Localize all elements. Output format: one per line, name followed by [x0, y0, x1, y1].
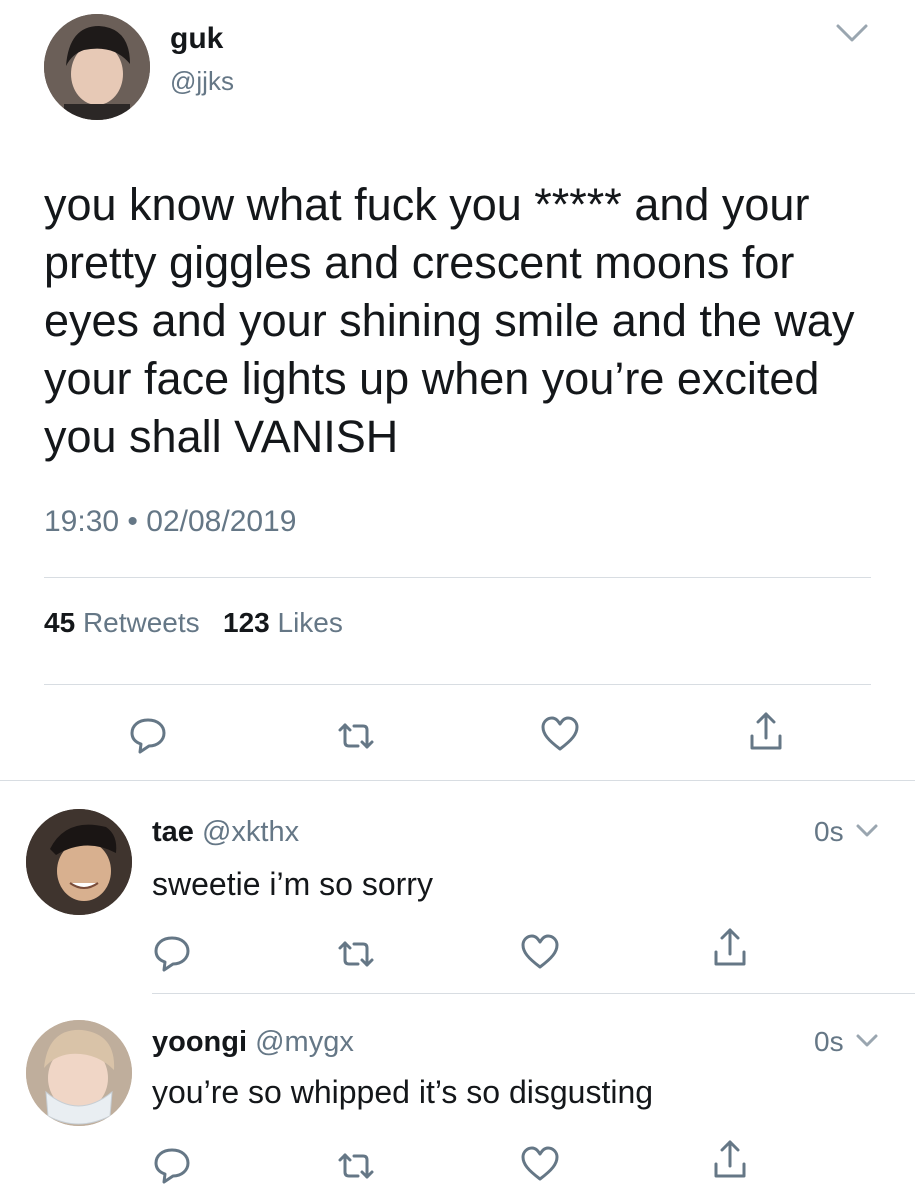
- reply-handle: @xkthx: [201, 816, 300, 848]
- author-avatar[interactable]: [44, 14, 150, 120]
- reply-bubble-icon[interactable]: [150, 930, 194, 974]
- retweet-icon[interactable]: [334, 714, 378, 758]
- share-icon[interactable]: [708, 1138, 752, 1182]
- reply-bubble-icon[interactable]: [150, 1142, 194, 1186]
- heart-icon[interactable]: [518, 1142, 562, 1186]
- tweet-line: pretty giggles and crescent moons for: [44, 237, 795, 288]
- tweet-time: 19:30: [44, 505, 120, 538]
- heart-icon[interactable]: [518, 930, 562, 974]
- tweet-line: eyes and your shining smile and the way: [44, 295, 855, 346]
- share-icon[interactable]: [744, 710, 788, 754]
- tweet-line: you shall VANISH: [44, 411, 399, 462]
- author-handle[interactable]: @jjks: [170, 66, 234, 97]
- divider: [152, 993, 915, 994]
- reply-text: sweetie i’m so sorry: [152, 866, 433, 902]
- reply-avatar[interactable]: [26, 809, 132, 915]
- timestamp-separator: •: [127, 505, 138, 538]
- avatar-photo: [26, 809, 132, 915]
- reply-time: 0s: [814, 816, 844, 847]
- tweet-line: your face lights up when you’re excited: [44, 353, 820, 404]
- reply-time: 0s: [814, 1026, 844, 1057]
- chevron-down-icon[interactable]: [854, 820, 880, 842]
- retweets-count: 45: [44, 607, 76, 638]
- chevron-down-icon[interactable]: [854, 1030, 880, 1052]
- reply-author[interactable]: yoongi @mygx: [152, 1026, 354, 1059]
- retweet-icon[interactable]: [334, 1144, 378, 1188]
- divider: [0, 780, 915, 781]
- reply-bubble-icon[interactable]: [126, 712, 170, 756]
- share-icon[interactable]: [708, 926, 752, 970]
- likes-count: 123: [223, 607, 270, 638]
- reply-avatar[interactable]: [26, 1020, 132, 1126]
- tweet-date: 02/08/2019: [146, 505, 297, 538]
- tweet-line: you know what fuck you ***** and your: [44, 179, 810, 230]
- avatar-photo: [44, 14, 150, 120]
- avatar-photo: [26, 1020, 132, 1126]
- divider: [44, 684, 871, 685]
- author-name[interactable]: guk: [170, 22, 223, 56]
- reply-text: you’re so whipped it’s so disgusting: [152, 1074, 654, 1110]
- tweet-text: you know what fuck you ***** and your pr…: [44, 176, 884, 466]
- reply-name: yoongi: [152, 1026, 248, 1058]
- retweet-icon[interactable]: [334, 932, 378, 976]
- retweets-label: Retweets: [82, 607, 200, 638]
- tweet-timestamp: 19:30 • 02/08/2019: [44, 505, 296, 539]
- tweet-stats: 45 Retweets 123 Likes: [44, 607, 343, 639]
- heart-icon[interactable]: [538, 712, 582, 756]
- likes-label: Likes: [277, 607, 343, 638]
- reply-handle: @mygx: [255, 1026, 354, 1058]
- chevron-down-icon[interactable]: [832, 18, 872, 48]
- reply-name: tae: [152, 816, 194, 848]
- reply-author[interactable]: tae @xkthx: [152, 816, 299, 849]
- retweets-stat[interactable]: 45 Retweets: [44, 607, 200, 638]
- likes-stat[interactable]: 123 Likes: [223, 607, 343, 638]
- divider: [44, 577, 871, 578]
